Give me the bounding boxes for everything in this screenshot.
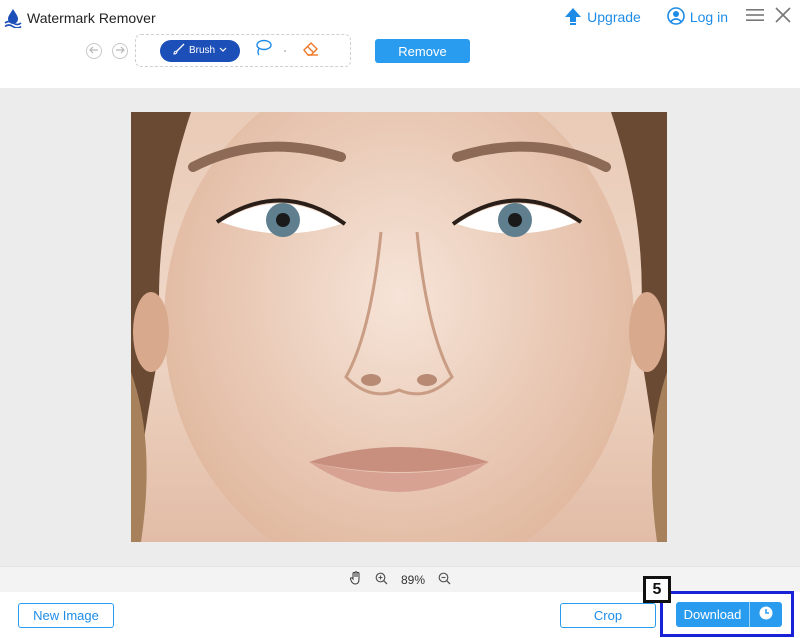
tool-group: Brush [135, 34, 351, 67]
pan-button[interactable] [349, 571, 363, 588]
history-controls [86, 43, 128, 59]
undo-button[interactable] [86, 43, 102, 59]
tool-separator [284, 49, 286, 52]
upgrade-label: Upgrade [587, 9, 641, 25]
canvas-area[interactable] [0, 88, 800, 566]
header: Watermark Remover Upgrade Log in Brush R… [0, 0, 800, 88]
download-label: Download [676, 602, 750, 627]
upgrade-arrow-icon [564, 7, 582, 28]
hand-icon [349, 571, 363, 588]
zoom-out-button[interactable] [437, 572, 451, 588]
chevron-down-icon [219, 45, 227, 56]
eraser-tool-button[interactable] [300, 40, 322, 62]
zoom-out-icon [438, 572, 451, 588]
header-actions: Upgrade Log in [564, 6, 794, 28]
brush-label: Brush [188, 45, 216, 56]
crop-button[interactable]: Crop [560, 603, 656, 628]
new-image-button[interactable]: New Image [18, 603, 114, 628]
menu-icon [746, 7, 764, 28]
app-logo-icon [4, 8, 22, 29]
close-icon [775, 6, 791, 28]
close-button[interactable] [772, 6, 794, 28]
login-button[interactable]: Log in [667, 6, 728, 28]
menu-button[interactable] [744, 6, 766, 28]
lasso-icon [253, 38, 273, 63]
step-badge: 5 [643, 576, 671, 603]
brush-tool-dropdown[interactable]: Brush [160, 39, 240, 62]
zoom-level: 89% [400, 572, 426, 587]
download-history-button[interactable] [750, 606, 782, 623]
clock-icon [759, 606, 773, 623]
user-icon [667, 6, 685, 28]
app-title: Watermark Remover [4, 8, 156, 29]
undo-icon [89, 42, 99, 60]
download-button[interactable]: Download [676, 602, 782, 627]
app-title-text: Watermark Remover [27, 10, 156, 26]
brush-icon [173, 43, 185, 58]
eraser-icon [301, 39, 321, 62]
redo-icon [115, 42, 125, 60]
upgrade-button[interactable]: Upgrade [564, 7, 641, 28]
redo-button[interactable] [112, 43, 128, 59]
zoom-in-icon [375, 572, 388, 588]
zoom-bar: 89% [0, 566, 800, 592]
remove-button[interactable]: Remove [375, 39, 470, 63]
edited-image[interactable] [131, 112, 667, 542]
zoom-in-button[interactable] [375, 572, 389, 588]
lasso-tool-button[interactable] [252, 38, 274, 63]
login-label: Log in [689, 9, 728, 25]
